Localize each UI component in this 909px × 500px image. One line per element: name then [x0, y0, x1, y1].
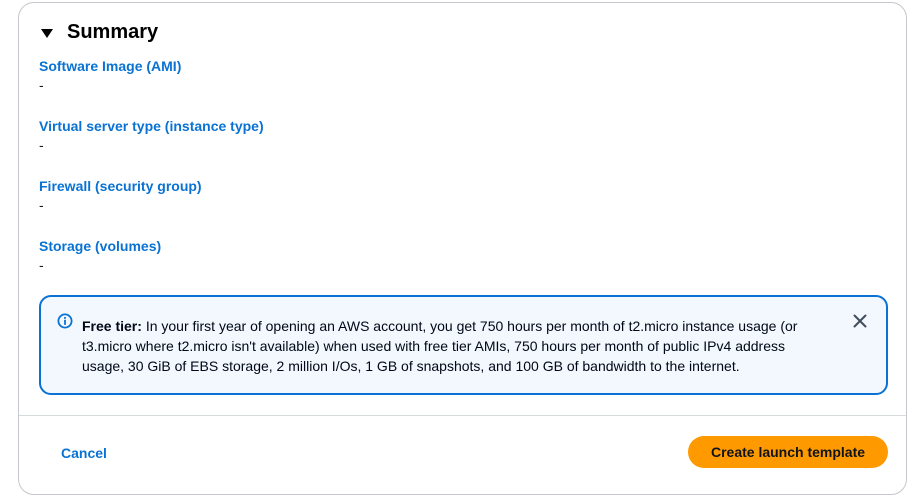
field-instance-type: Virtual server type (instance type) - — [39, 118, 264, 153]
close-icon[interactable] — [852, 313, 868, 329]
summary-header[interactable]: Summary — [41, 21, 158, 44]
alert-title: Free tier: — [82, 318, 142, 334]
field-security-group: Firewall (security group) - — [39, 178, 202, 213]
cancel-button[interactable]: Cancel — [61, 445, 107, 461]
field-value-security-group: - — [39, 197, 44, 213]
field-label-instance-type[interactable]: Virtual server type (instance type) — [39, 118, 264, 134]
caret-down-icon[interactable] — [41, 29, 53, 38]
alert-body: In your first year of opening an AWS acc… — [82, 318, 798, 374]
free-tier-alert: Free tier: In your first year of opening… — [39, 295, 888, 395]
field-ami: Software Image (AMI) - — [39, 58, 181, 93]
alert-text: Free tier: In your first year of opening… — [82, 316, 822, 376]
field-label-security-group[interactable]: Firewall (security group) — [39, 178, 202, 194]
summary-title: Summary — [67, 21, 159, 43]
footer-divider — [19, 415, 906, 416]
create-launch-template-button[interactable]: Create launch template — [688, 436, 888, 468]
field-storage: Storage (volumes) - — [39, 238, 161, 273]
field-label-ami[interactable]: Software Image (AMI) — [39, 58, 181, 74]
info-icon — [57, 313, 73, 329]
field-value-instance-type: - — [39, 137, 44, 153]
field-value-ami: - — [39, 77, 44, 93]
field-value-storage: - — [39, 257, 44, 273]
field-label-storage[interactable]: Storage (volumes) — [39, 238, 161, 254]
summary-panel: Summary Software Image (AMI) - Virtual s… — [18, 2, 907, 495]
